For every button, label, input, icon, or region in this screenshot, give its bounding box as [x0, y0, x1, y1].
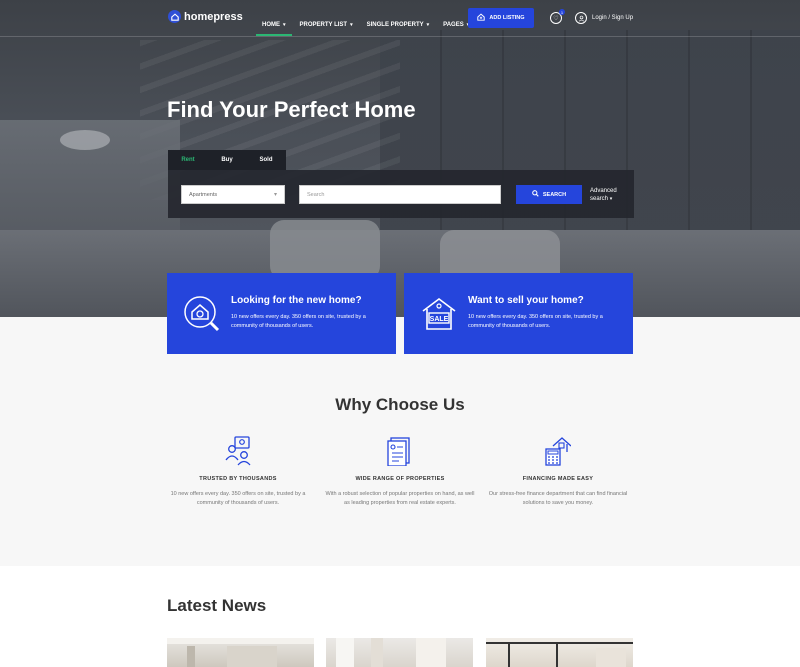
hero-title: Find Your Perfect Home [167, 97, 416, 122]
nav-label: PROPERTY LIST [299, 22, 348, 28]
site-header: homepress HOME ▾ PROPERTY LIST ▾ SINGLE … [0, 0, 800, 37]
nav-label: SINGLE PROPERTY [366, 22, 424, 28]
login-label: Login / Sign Up [592, 15, 634, 21]
favorites-button[interactable]: ♡ 1 [550, 9, 565, 24]
hero-background [0, 0, 800, 317]
search-input[interactable]: Search [299, 185, 501, 204]
logo-text: homepress [184, 10, 243, 23]
latest-news-title: Latest News [167, 596, 267, 615]
card-title: Looking for the new home? [231, 295, 362, 306]
nav-item-single-property[interactable]: SINGLE PROPERTY ▾ [367, 14, 430, 36]
card-text: 10 new offers every day. 350 offers on s… [468, 314, 603, 329]
main-nav: HOME ▾ PROPERTY LIST ▾ SINGLE PROPERTY ▾… [256, 14, 483, 36]
document-icon [387, 436, 413, 467]
card-title: Want to sell your home? [468, 295, 584, 306]
feature-trusted: TRUSTED BY THOUSANDS 10 new offers every… [163, 436, 313, 508]
nav-item-property-list[interactable]: PROPERTY LIST ▾ [300, 14, 353, 36]
add-listing-button[interactable]: ADD LISTING [468, 8, 534, 28]
calculator-house-icon [545, 436, 572, 466]
search-placeholder: Search [307, 191, 325, 198]
nav-label: PAGES [443, 22, 464, 28]
hero-armchair [270, 220, 380, 280]
tab-rent[interactable]: Rent [168, 150, 208, 170]
search-icon [532, 190, 539, 199]
sell-home-card[interactable]: SALE Want to sell your home? 10 new offe… [404, 273, 633, 354]
feature-properties: WIDE RANGE OF PROPERTIES With a robust s… [325, 436, 475, 508]
nav-label: HOME [262, 22, 280, 28]
feature-title: WIDE RANGE OF PROPERTIES [355, 476, 445, 482]
house-search-icon [183, 295, 221, 333]
news-thumbnail[interactable] [326, 638, 473, 667]
why-choose-us-title: Why Choose Us [335, 395, 465, 414]
looking-for-home-card[interactable]: Looking for the new home? 10 new offers … [167, 273, 396, 354]
latest-news-section: Latest News [0, 566, 800, 667]
feature-title: TRUSTED BY THOUSANDS [199, 476, 277, 482]
search-button-label: SEARCH [542, 191, 567, 198]
property-type-value: Apartments [189, 191, 218, 198]
advanced-search-label: search [590, 196, 609, 202]
news-thumbnail[interactable] [167, 638, 314, 667]
search-tabs: Rent Buy Sold [168, 150, 286, 170]
svg-text:SALE: SALE [430, 316, 449, 323]
feature-text: With a robust selection of popular prope… [325, 491, 475, 506]
chevron-down-icon: ▾ [609, 196, 613, 202]
heart-icon: ♡ [553, 15, 559, 22]
favorites-count-badge: 1 [559, 9, 565, 15]
tab-sold[interactable]: Sold [246, 150, 286, 170]
chevron-down-icon: ▾ [350, 22, 353, 28]
login-link[interactable]: Login / Sign Up [575, 12, 633, 24]
chevron-down-icon: ▾ [273, 192, 277, 198]
feature-text: 10 new offers every day. 350 offers on s… [170, 491, 306, 506]
site-logo[interactable]: homepress [168, 10, 243, 23]
news-thumbnail[interactable] [486, 638, 633, 667]
house-sale-icon: SALE [420, 295, 458, 333]
hero-floor [0, 230, 800, 317]
home-icon [168, 10, 181, 23]
search-panel: Apartments ▾ Search SEARCH Advanced sear… [168, 170, 634, 218]
chevron-down-icon: ▾ [426, 22, 430, 28]
hero-lamp [60, 130, 110, 150]
house-plus-icon [477, 13, 486, 23]
advanced-search-link[interactable]: Advanced search ▾ [590, 187, 617, 203]
search-button[interactable]: SEARCH [516, 185, 582, 204]
card-text: 10 new offers every day. 350 offers on s… [231, 314, 366, 329]
feature-financing: FINANCING MADE EASY Our stress-free fina… [483, 436, 633, 508]
add-listing-label: ADD LISTING [489, 15, 525, 21]
feature-title: FINANCING MADE EASY [522, 476, 594, 482]
user-icon [575, 12, 587, 24]
nav-item-pages[interactable]: PAGES ▾ [443, 14, 469, 36]
advanced-search-label: Advanced [590, 188, 617, 194]
chevron-down-icon: ▾ [283, 22, 286, 28]
tab-buy[interactable]: Buy [208, 150, 246, 170]
nav-item-home[interactable]: HOME ▾ [256, 14, 291, 36]
property-type-select[interactable]: Apartments ▾ [181, 185, 285, 204]
users-icon [225, 436, 251, 466]
feature-text: Our stress-free finance department that … [488, 491, 628, 506]
